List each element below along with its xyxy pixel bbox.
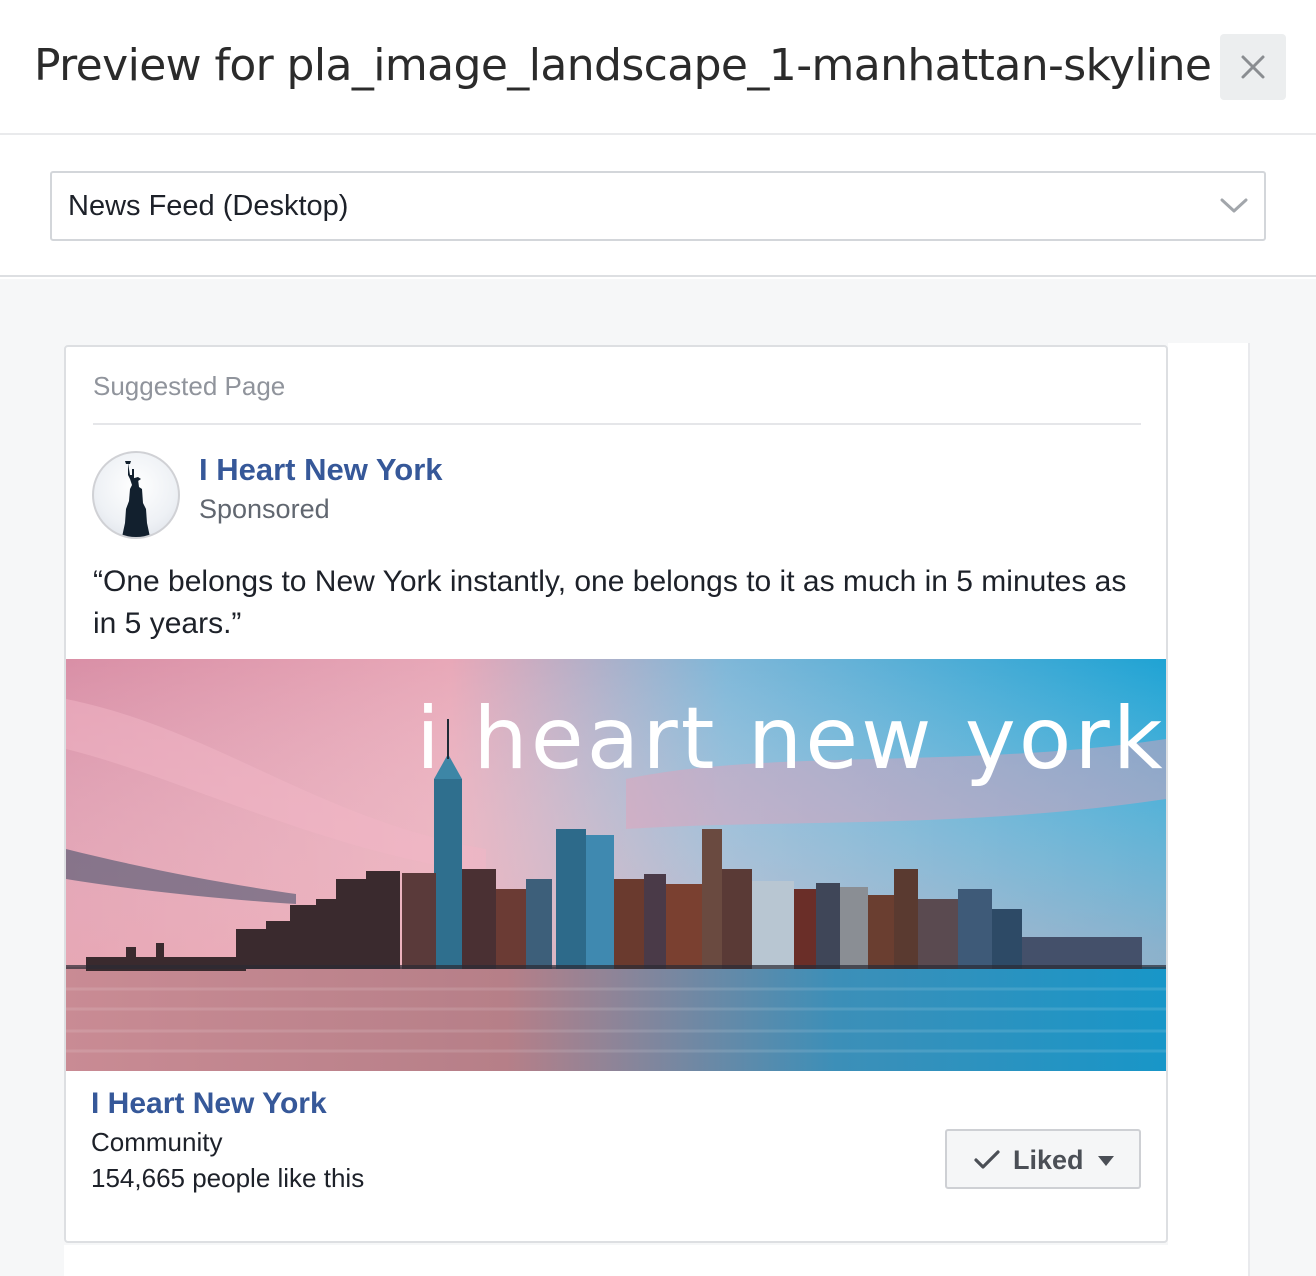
footer-category: Community <box>91 1127 223 1157</box>
preview-area: Suggested Page I Heart New York Sponsore… <box>0 279 1316 1276</box>
ad-card: Suggested Page I Heart New York Sponsore… <box>64 345 1168 1243</box>
statue-of-liberty-icon <box>122 461 150 537</box>
close-icon <box>1241 55 1265 79</box>
check-icon <box>974 1150 1000 1169</box>
post-text: “One belongs to New York instantly, one … <box>93 565 1127 640</box>
footer-likes-count: 154,665 people like this <box>91 1163 365 1193</box>
ad-image[interactable]: i heart new york <box>66 659 1166 1071</box>
divider <box>93 423 1141 425</box>
ad-image-overlay-text: i heart new york <box>416 689 1166 789</box>
close-button[interactable] <box>1220 34 1286 100</box>
next-card-edge <box>64 1245 1168 1276</box>
side-column <box>1168 343 1250 1276</box>
sponsored-label: Sponsored <box>199 494 330 524</box>
placement-select-value: News Feed (Desktop) <box>68 190 349 222</box>
page-name-link[interactable]: I Heart New York <box>199 451 443 489</box>
chevron-down-icon <box>1220 198 1248 213</box>
footer-page-name-link[interactable]: I Heart New York <box>91 1085 327 1123</box>
liked-button[interactable]: Liked <box>945 1129 1141 1189</box>
placement-selector-band: News Feed (Desktop) <box>0 137 1316 277</box>
placement-select[interactable]: News Feed (Desktop) <box>50 171 1266 241</box>
liked-button-label: Liked <box>1013 1145 1084 1175</box>
suggested-page-label: Suggested Page <box>93 371 286 401</box>
dialog-header: Preview for pla_image_landscape_1-manhat… <box>0 0 1316 135</box>
dialog-title: Preview for pla_image_landscape_1-manhat… <box>34 40 1212 91</box>
caret-down-icon <box>1098 1156 1114 1166</box>
page-avatar[interactable] <box>92 451 180 539</box>
